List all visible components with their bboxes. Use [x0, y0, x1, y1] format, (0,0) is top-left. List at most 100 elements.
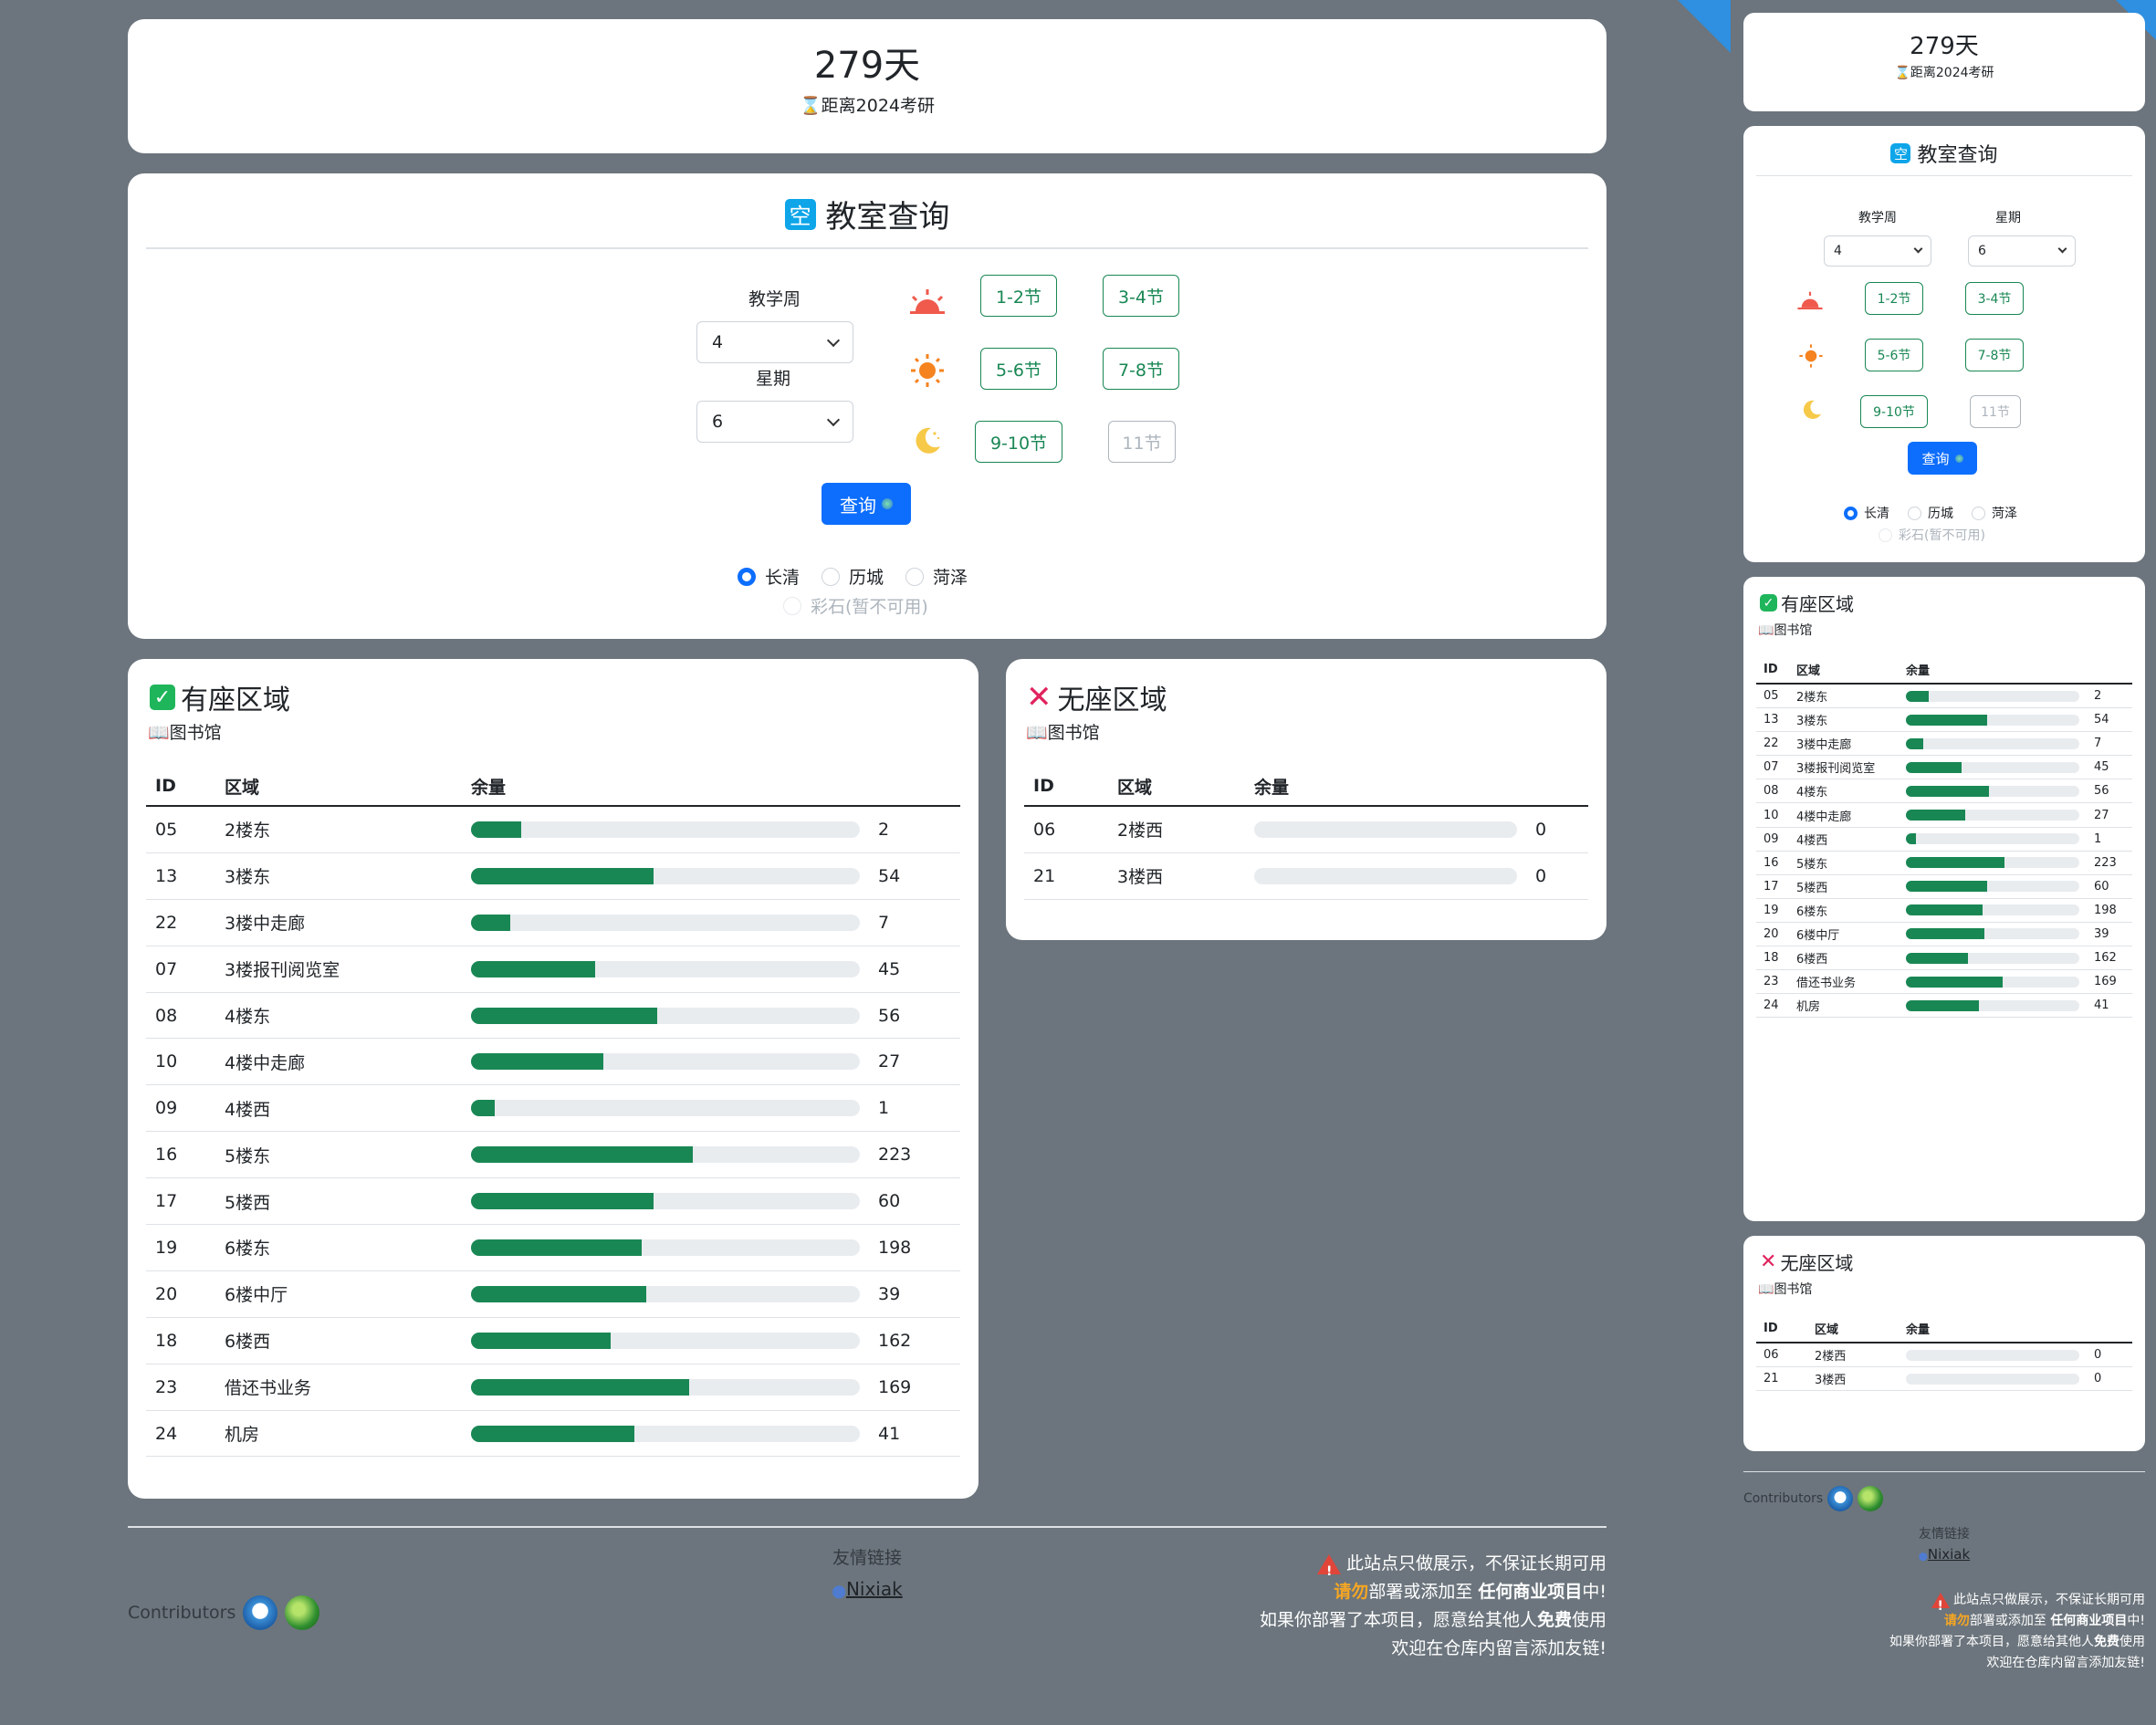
- remaining-progress-bar: [1906, 976, 2079, 988]
- remaining-count: 39: [2094, 926, 2109, 941]
- table-row: 20 6楼中厅 39: [1756, 923, 2132, 947]
- table-row: 17 5楼西 60: [146, 1178, 960, 1226]
- table-row: 23 借还书业务 169: [146, 1364, 960, 1411]
- row-area: 2楼西: [1815, 1350, 1847, 1364]
- sun-icon: [1799, 344, 1823, 368]
- progress-fill: [1906, 761, 1962, 773]
- table-row: 13 3楼东 54: [1756, 708, 2132, 733]
- available-seats-card: ✓ 有座区域 📖图书馆 ID 区域 余量 05 2楼东 2 13 3楼东 54 22 3楼中走廊 7 0…: [128, 659, 979, 1499]
- remaining-progress-bar: [471, 960, 860, 978]
- table-header: ID 区域 余量: [1756, 1314, 2132, 1343]
- day-select-small[interactable]: 6: [1968, 235, 2076, 267]
- period-1-2-button[interactable]: 1-2节: [980, 275, 1057, 317]
- period-11-button[interactable]: 11节: [1108, 421, 1176, 463]
- row-area: 5楼东: [225, 1145, 271, 1166]
- progress-fill: [471, 821, 522, 838]
- progress-fill: [1906, 690, 1929, 702]
- column-header: 余量: [1906, 664, 1931, 678]
- campus-licheng-radio[interactable]: [822, 567, 841, 586]
- row-area: 3楼西: [1815, 1374, 1847, 1388]
- table-row: 06 2楼西 0: [1756, 1343, 2132, 1368]
- remaining-count: 45: [878, 958, 901, 979]
- progress-fill: [471, 867, 654, 884]
- kong-icon: 空: [1890, 143, 1911, 163]
- notice-dont: 请勿: [1334, 1582, 1369, 1602]
- progress-fill: [471, 1007, 658, 1024]
- row-area: 借还书业务: [225, 1378, 312, 1399]
- table-row: 06 2楼西 0: [1024, 807, 1588, 853]
- nixiak-link[interactable]: Nixiak: [846, 1578, 903, 1600]
- table-row: 05 2楼东 2: [1756, 685, 2132, 709]
- remaining-count: 198: [2094, 903, 2117, 917]
- campus-heze-radio[interactable]: [905, 567, 925, 586]
- campus-caishi-radio[interactable]: [783, 596, 801, 615]
- column-header: ID: [155, 776, 176, 796]
- table-row: 23 借还书业务 169: [1756, 970, 2132, 995]
- remaining-count: 2: [2094, 689, 2102, 704]
- cross-icon: ✕: [1026, 679, 1052, 716]
- contributor-avatar[interactable]: [1827, 1486, 1854, 1511]
- remaining-count: 0: [2094, 1348, 2102, 1363]
- book-icon: 📖: [1758, 623, 1774, 638]
- campus-changqing-radio-small[interactable]: [1844, 506, 1858, 520]
- available-title: 有座区域: [181, 685, 290, 716]
- period-5-6-button[interactable]: 5-6节: [980, 348, 1057, 390]
- day-select[interactable]: 6: [696, 401, 853, 443]
- github-corner[interactable]: [1678, 0, 1731, 53]
- period-9-10-button-small[interactable]: 9-10节: [1860, 395, 1928, 428]
- row-id: 19: [155, 1237, 178, 1258]
- row-area: 2楼东: [225, 821, 271, 842]
- row-area: 6楼中厅: [225, 1285, 288, 1306]
- remaining-progress-bar: [1906, 833, 2079, 845]
- period-3-4-button[interactable]: 3-4节: [1103, 275, 1179, 317]
- remaining-progress-bar: [471, 1332, 860, 1349]
- sunrise-icon: [910, 289, 945, 314]
- column-header: 区域: [1117, 777, 1153, 798]
- table-row: 18 6楼西 162: [146, 1318, 960, 1364]
- row-id: 22: [155, 912, 178, 933]
- progress-fill: [471, 1146, 693, 1164]
- table-row: 10 4楼中走廊 27: [1756, 803, 2132, 828]
- query-button[interactable]: 查询: [822, 483, 911, 525]
- remaining-progress-bar: [471, 821, 860, 838]
- progress-fill: [1906, 737, 1923, 749]
- contributor-avatar[interactable]: [1858, 1486, 1884, 1511]
- period-9-10-button[interactable]: 9-10节: [975, 421, 1062, 463]
- campus-licheng-radio-small[interactable]: [1908, 506, 1921, 520]
- remaining-count: 39: [878, 1283, 901, 1304]
- week-select[interactable]: 4: [696, 321, 853, 363]
- remaining-progress-bar: [471, 1007, 860, 1024]
- remaining-progress-bar: [1906, 857, 2079, 869]
- table-row: 05 2楼东 2: [146, 807, 960, 853]
- period-7-8-button[interactable]: 7-8节: [1103, 348, 1179, 390]
- remaining-count: 169: [878, 1376, 912, 1397]
- campus-changqing-radio[interactable]: [738, 567, 756, 586]
- period-11-button-small[interactable]: 11节: [1970, 395, 2021, 428]
- table-row: 07 3楼报刊阅览室 45: [1756, 756, 2132, 780]
- nixiak-link-small[interactable]: Nixiak: [1928, 1546, 1970, 1563]
- progress-fill: [471, 1053, 603, 1071]
- period-7-8-button-small[interactable]: 7-8节: [1965, 339, 2024, 371]
- query-button-small[interactable]: 查询: [1908, 442, 1977, 475]
- row-id: 24: [155, 1423, 178, 1444]
- countdown-label: 距离2024考研: [821, 96, 936, 116]
- remaining-count: 60: [2094, 879, 2109, 894]
- period-3-4-button-small[interactable]: 3-4节: [1965, 282, 2024, 315]
- period-5-6-button-small[interactable]: 5-6节: [1865, 339, 1923, 371]
- check-icon: ✓: [150, 685, 175, 710]
- column-header: 区域: [1815, 1322, 1839, 1337]
- period-1-2-button-small[interactable]: 1-2节: [1865, 282, 1923, 315]
- row-id: 19: [1764, 903, 1779, 917]
- remaining-count: 45: [2094, 760, 2109, 775]
- row-area: 6楼东: [1796, 904, 1828, 919]
- campus-caishi-radio-small[interactable]: [1879, 528, 1892, 542]
- contributor-avatar[interactable]: [243, 1595, 278, 1630]
- contributor-avatar[interactable]: [285, 1595, 320, 1630]
- campus-heze-radio-small[interactable]: [1972, 506, 1985, 520]
- column-header: 区域: [1796, 664, 1821, 678]
- remaining-count: 41: [878, 1423, 901, 1444]
- unavailable-seats-card: ✕ 无座区域 📖图书馆 ID 区域 余量 06 2楼西 0 21 3楼西 0: [1006, 659, 1607, 940]
- week-select-small[interactable]: 4: [1824, 235, 1931, 267]
- row-area: 3楼西: [1117, 867, 1164, 888]
- progress-fill: [471, 1332, 612, 1349]
